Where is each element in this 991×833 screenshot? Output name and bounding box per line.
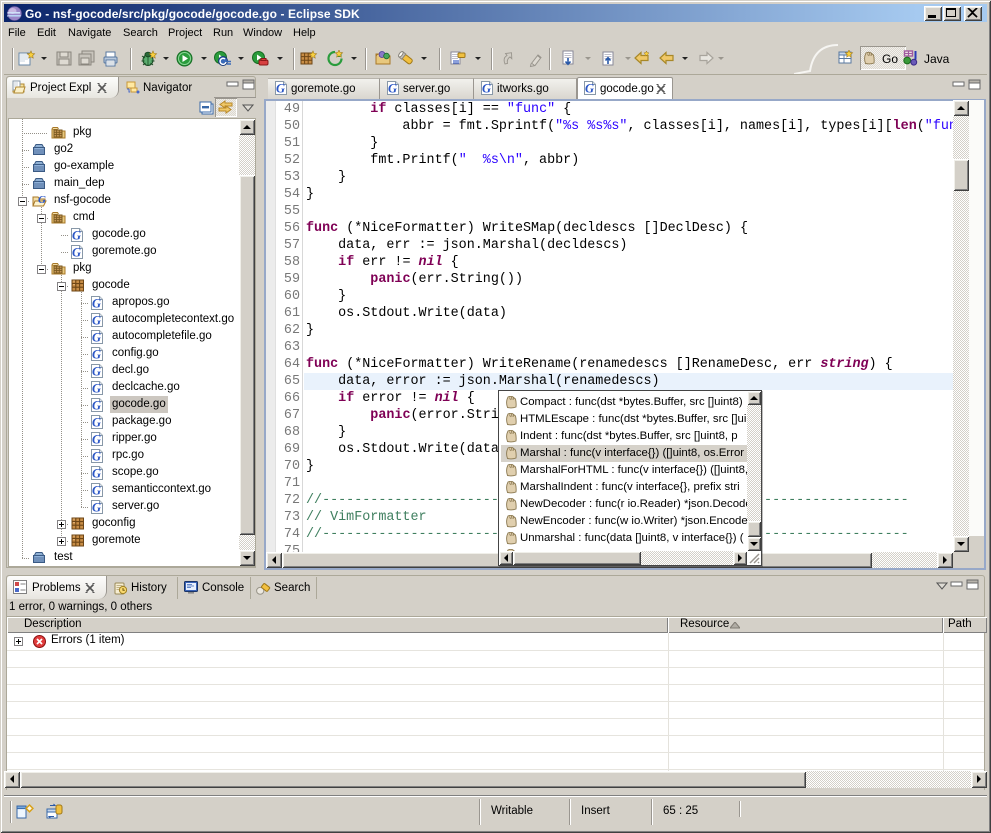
- svg-text:G: G: [92, 450, 101, 464]
- svg-text:G: G: [388, 82, 397, 96]
- svg-text:G: G: [92, 433, 101, 447]
- svg-text:G: G: [92, 297, 101, 311]
- svg-text:G: G: [585, 82, 594, 96]
- svg-text:G: G: [72, 246, 81, 260]
- svg-text:G: G: [92, 484, 101, 498]
- svg-text:G: G: [92, 399, 101, 413]
- svg-text:G: G: [72, 229, 81, 243]
- svg-text:G: G: [92, 501, 101, 515]
- svg-text:G: G: [92, 348, 101, 362]
- svg-text:G: G: [92, 382, 101, 396]
- svg-text:G: G: [276, 82, 285, 96]
- svg-text:G: G: [92, 467, 101, 481]
- svg-text:G: G: [92, 416, 101, 430]
- svg-text:G: G: [92, 365, 101, 379]
- svg-text:G: G: [92, 314, 101, 328]
- svg-text:G: G: [92, 331, 101, 345]
- svg-text:G: G: [482, 82, 491, 96]
- svg-text:G: G: [38, 194, 46, 206]
